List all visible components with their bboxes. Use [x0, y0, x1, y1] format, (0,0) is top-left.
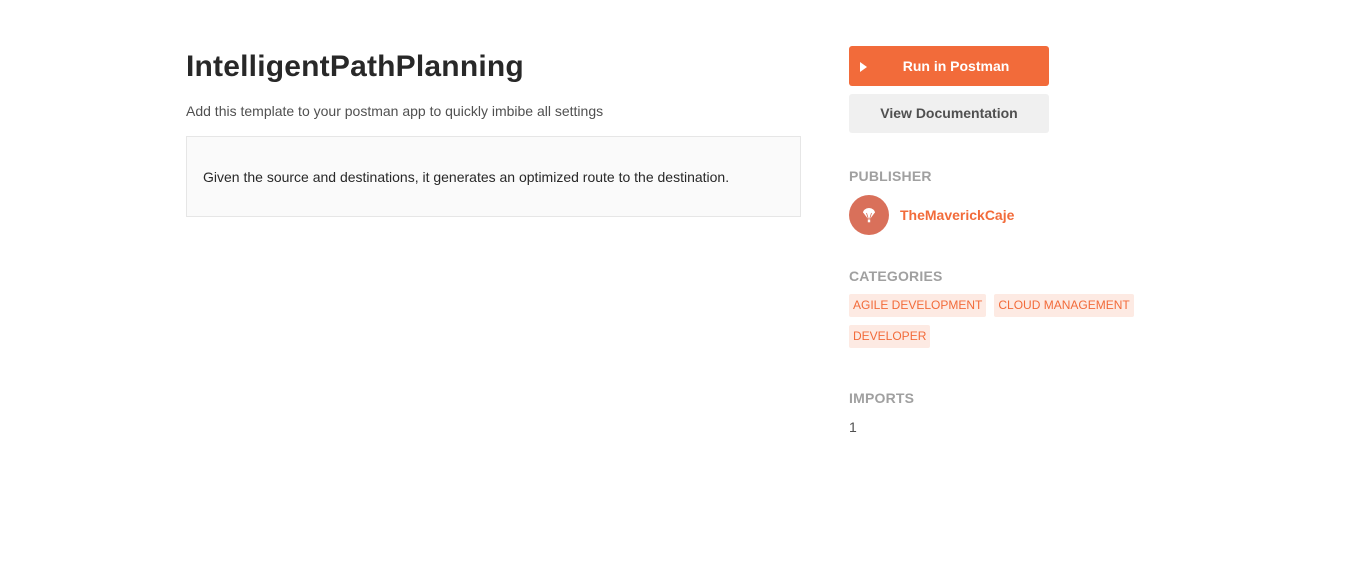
template-main: IntelligentPathPlanning Add this templat…: [186, 46, 801, 217]
play-icon: [860, 62, 867, 72]
page-subtitle: Add this template to your postman app to…: [186, 103, 604, 119]
run-in-postman-button[interactable]: Run in Postman: [849, 46, 1049, 86]
description-text: Given the source and destinations, it ge…: [203, 169, 730, 185]
avatar[interactable]: [849, 195, 889, 235]
category-tags: AGILE DEVELOPMENT CLOUD MANAGEMENT DEVELOP…: [849, 294, 1149, 356]
template-page: IntelligentPathPlanning Add this templat…: [0, 0, 1366, 564]
parachute-icon: [862, 208, 876, 223]
run-in-postman-label: Run in Postman: [902, 58, 1010, 74]
categories-heading: CATEGORIES: [849, 268, 943, 284]
category-tag-cloud-management[interactable]: CLOUD MANAGEMENT: [994, 294, 1134, 317]
description-box: Given the source and destinations, it ge…: [186, 136, 801, 217]
template-sidebar: Run in Postman View Documentation PUBLIS…: [849, 46, 1149, 437]
imports-heading: IMPORTS: [849, 390, 915, 406]
category-tag-developer[interactable]: DEVELOPER: [849, 325, 931, 348]
publisher-row: TheMaverickCaje: [849, 195, 1149, 235]
page-title: IntelligentPathPlanning: [186, 50, 524, 83]
imports-count: 1: [849, 419, 857, 435]
publisher-heading: PUBLISHER: [849, 168, 932, 184]
publisher-name-link[interactable]: TheMaverickCaje: [900, 207, 1014, 223]
category-tag-agile-development[interactable]: AGILE DEVELOPMENT: [849, 294, 987, 317]
view-documentation-button[interactable]: View Documentation: [849, 94, 1049, 133]
